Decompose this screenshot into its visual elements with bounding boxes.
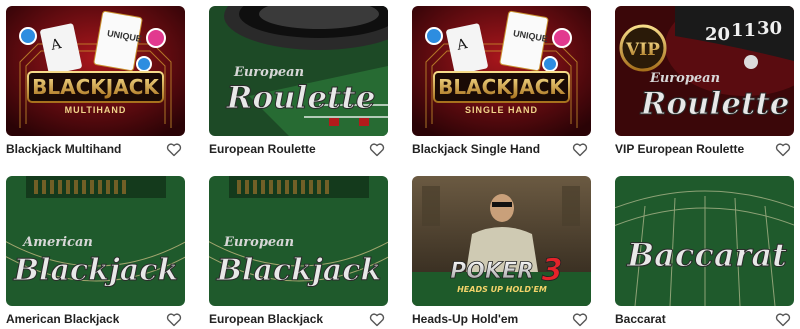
- game-title[interactable]: Heads-Up Hold'em: [412, 312, 518, 326]
- european-roulette-art: European Roulette: [209, 6, 388, 136]
- game-thumbnail[interactable]: A UNIQUE BLACKJACK MULTIHAND: [6, 6, 185, 136]
- game-card-vip-european-roulette: 20 11 30 VIP European Roulette VIP Europ…: [615, 6, 794, 156]
- svg-text:Baccarat: Baccarat: [626, 236, 787, 274]
- game-title[interactable]: Blackjack Multihand: [6, 142, 121, 156]
- svg-text:11: 11: [731, 20, 756, 41]
- heart-outline-icon[interactable]: [571, 310, 589, 328]
- game-title[interactable]: European Roulette: [209, 142, 316, 156]
- heart-outline-icon[interactable]: [165, 310, 183, 328]
- game-thumbnail[interactable]: 20 11 30 VIP European Roulette: [615, 6, 794, 136]
- blackjack-multihand-art: A UNIQUE BLACKJACK MULTIHAND: [6, 6, 185, 136]
- game-card-blackjack-single-hand: A UNIQUE BLACKJACK SINGLE HAND Blackjack…: [412, 6, 591, 156]
- game-title[interactable]: Blackjack Single Hand: [412, 142, 540, 156]
- svg-text:Roulette: Roulette: [226, 80, 376, 116]
- svg-text:30: 30: [757, 18, 782, 39]
- game-thumbnail[interactable]: American Blackjack: [6, 176, 185, 306]
- game-card-baccarat: Baccarat Baccarat: [615, 176, 794, 326]
- game-thumbnail[interactable]: Baccarat: [615, 176, 794, 306]
- svg-text:20: 20: [705, 24, 730, 45]
- svg-text:European: European: [233, 65, 304, 80]
- blackjack-single-hand-art: A UNIQUE BLACKJACK SINGLE HAND: [412, 6, 591, 136]
- game-title[interactable]: Baccarat: [615, 312, 666, 326]
- game-thumbnail[interactable]: POKER 3 HEADS UP HOLD'EM: [412, 176, 591, 306]
- game-card-american-blackjack: American Blackjack American Blackjack: [6, 176, 185, 326]
- svg-text:BLACKJACK: BLACKJACK: [32, 75, 160, 99]
- svg-text:BLACKJACK: BLACKJACK: [438, 75, 566, 99]
- game-thumbnail[interactable]: A UNIQUE BLACKJACK SINGLE HAND: [412, 6, 591, 136]
- svg-text:MULTIHAND: MULTIHAND: [65, 105, 127, 115]
- game-thumbnail[interactable]: European Blackjack: [209, 176, 388, 306]
- heads-up-holdem-art: POKER 3 HEADS UP HOLD'EM: [412, 176, 591, 306]
- game-card-european-roulette: European Roulette European Roulette: [209, 6, 388, 156]
- svg-text:European: European: [223, 235, 294, 250]
- game-card-heads-up-holdem: POKER 3 HEADS UP HOLD'EM Heads-Up Hold'e…: [412, 176, 591, 326]
- european-blackjack-art: European Blackjack: [209, 176, 388, 306]
- game-thumbnail[interactable]: European Roulette: [209, 6, 388, 136]
- heart-outline-icon[interactable]: [571, 140, 589, 158]
- vip-european-roulette-art: 20 11 30 VIP European Roulette: [615, 6, 794, 136]
- svg-text:Blackjack: Blackjack: [216, 253, 382, 288]
- game-title[interactable]: European Blackjack: [209, 312, 323, 326]
- svg-text:POKER: POKER: [450, 259, 534, 284]
- heart-outline-icon[interactable]: [368, 140, 386, 158]
- game-card-blackjack-multihand: A UNIQUE BLACKJACK MULTIHAND Blackjack M…: [6, 6, 185, 156]
- svg-text:3: 3: [542, 253, 563, 288]
- game-card-european-blackjack: European Blackjack European Blackjack: [209, 176, 388, 326]
- heart-outline-icon[interactable]: [774, 310, 792, 328]
- heart-outline-icon[interactable]: [368, 310, 386, 328]
- heart-outline-icon[interactable]: [774, 140, 792, 158]
- game-grid: A UNIQUE BLACKJACK MULTIHAND Blackjack M…: [6, 6, 795, 326]
- svg-text:American: American: [21, 235, 93, 250]
- american-blackjack-art: American Blackjack: [6, 176, 185, 306]
- heart-outline-icon[interactable]: [165, 140, 183, 158]
- svg-text:SINGLE HAND: SINGLE HAND: [465, 105, 538, 115]
- baccarat-art: Baccarat: [615, 176, 794, 306]
- svg-text:VIP: VIP: [625, 40, 660, 60]
- svg-text:HEADS UP HOLD'EM: HEADS UP HOLD'EM: [457, 285, 547, 294]
- game-title[interactable]: American Blackjack: [6, 312, 119, 326]
- svg-text:Roulette: Roulette: [640, 86, 790, 122]
- svg-text:Blackjack: Blackjack: [13, 253, 179, 288]
- game-title[interactable]: VIP European Roulette: [615, 142, 744, 156]
- svg-text:European: European: [649, 71, 720, 86]
